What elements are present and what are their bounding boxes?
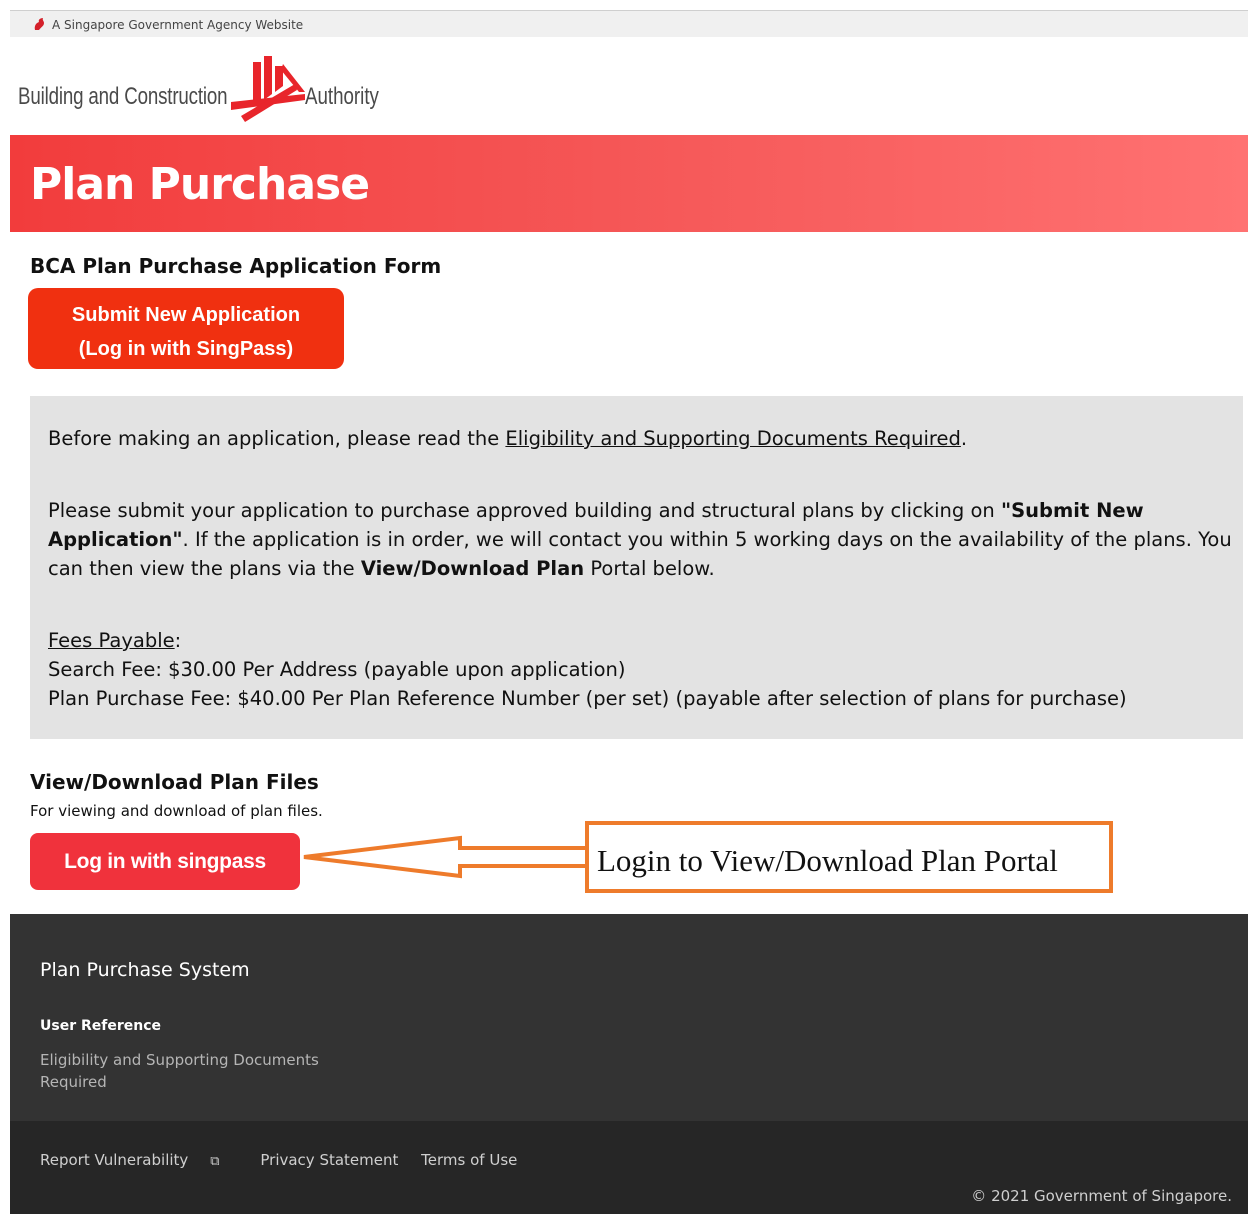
- submit-button-line1: Submit New Application: [71, 304, 301, 326]
- page: A Singapore Government Agency Website Bu…: [10, 10, 1248, 1214]
- footer-links: Report Vulnerability ⧉ Privacy Statement …: [40, 1151, 535, 1169]
- search-fee: Search Fee: $30.00 Per Address (payable …: [48, 658, 626, 681]
- logo-text-right: Authority: [305, 83, 379, 110]
- info-paragraph-read-first: Before making an application, please rea…: [48, 424, 1238, 453]
- info-p2-text-a: Please submit your application to purcha…: [48, 499, 1001, 522]
- report-vulnerability-link[interactable]: Report Vulnerability ⧉: [40, 1151, 238, 1169]
- footer-title: Plan Purchase System: [40, 959, 250, 981]
- copyright-text: © 2021 Government of Singapore.: [971, 1187, 1232, 1205]
- footer-eligibility-link[interactable]: Eligibility and Supporting Documents Req…: [40, 1049, 320, 1093]
- singapore-lion-icon: [34, 18, 44, 30]
- government-masthead: A Singapore Government Agency Website: [10, 10, 1248, 37]
- information-panel: Before making an application, please rea…: [30, 396, 1243, 739]
- submit-button-line2: (Log in with SingPass): [78, 338, 294, 360]
- annotation-callout: Login to View/Download Plan Portal: [585, 821, 1113, 893]
- report-vulnerability-label: Report Vulnerability: [40, 1151, 189, 1169]
- terms-of-use-link[interactable]: Terms of Use: [421, 1151, 517, 1169]
- submit-new-application-button[interactable]: Submit New Application (Log in with Sing…: [28, 288, 344, 369]
- fees-payable-label: Fees Payable: [48, 629, 175, 652]
- callout-arrow-icon: [303, 835, 590, 879]
- info-p1-text: Before making an application, please rea…: [48, 427, 506, 450]
- info-p2-text-e: Portal below.: [584, 557, 715, 580]
- view-download-subtitle: For viewing and download of plan files.: [30, 802, 323, 820]
- footer-user-reference-heading: User Reference: [40, 1018, 161, 1034]
- logo-text-left: Building and Construction: [18, 83, 228, 110]
- bca-logo[interactable]: Building and Construction Authority: [18, 50, 398, 125]
- fees-colon: :: [174, 629, 182, 652]
- external-link-icon: ⧉: [210, 1154, 220, 1169]
- page-banner: Plan Purchase: [10, 135, 1248, 232]
- page-title: Plan Purchase: [30, 159, 370, 210]
- privacy-statement-link[interactable]: Privacy Statement: [260, 1151, 398, 1169]
- singpass-login-button[interactable]: Log in with singpass: [30, 833, 300, 890]
- view-download-heading: View/Download Plan Files: [30, 770, 319, 794]
- eligibility-documents-link[interactable]: Eligibility and Supporting Documents Req…: [505, 427, 960, 450]
- plan-purchase-fee: Plan Purchase Fee: $40.00 Per Plan Refer…: [48, 687, 1127, 710]
- sub-footer: Report Vulnerability ⧉ Privacy Statement …: [10, 1121, 1248, 1214]
- info-paragraph-instructions: Please submit your application to purcha…: [48, 496, 1238, 583]
- footer: Plan Purchase System User Reference Elig…: [10, 914, 1248, 1121]
- bca-logo-mark-icon: [231, 56, 305, 122]
- info-p1-suffix: .: [960, 427, 968, 450]
- info-fees: Fees Payable: Search Fee: $30.00 Per Add…: [48, 626, 1238, 713]
- info-p2-view-download-plan: View/Download Plan: [360, 557, 585, 580]
- application-form-heading: BCA Plan Purchase Application Form: [30, 254, 442, 278]
- masthead-text: A Singapore Government Agency Website: [52, 18, 304, 32]
- annotation-text: Login to View/Download Plan Portal: [597, 843, 1058, 878]
